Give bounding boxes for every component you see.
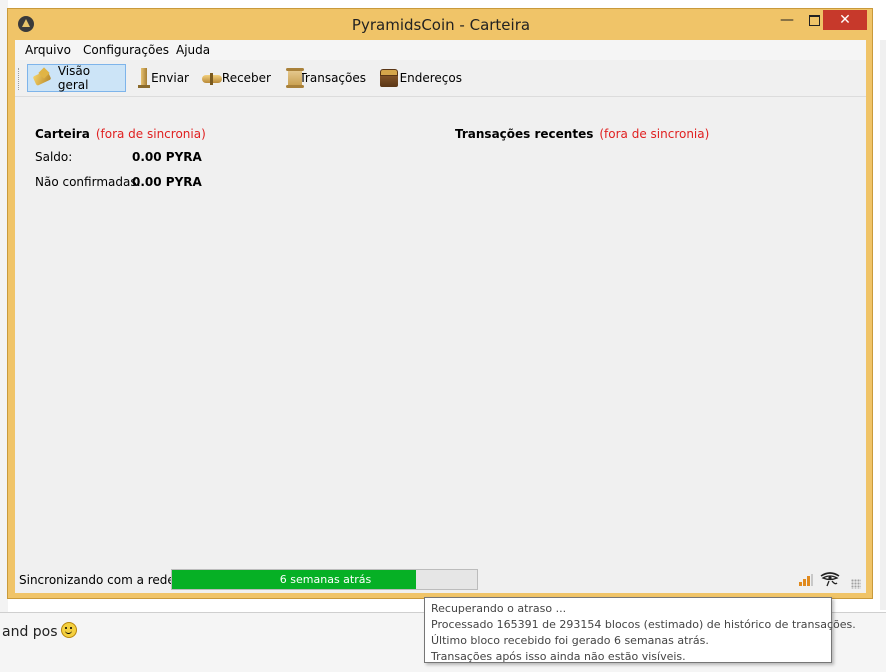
recent-transactions-title: Transações recentes: [455, 127, 594, 141]
recent-transactions-heading: Transações recentes (fora de sincronia): [455, 127, 709, 141]
tab-send-label: Enviar: [151, 71, 189, 85]
chest-addresses-icon: [378, 67, 398, 89]
overview-page: Carteira (fora de sincronia) Saldo: 0.00 …: [15, 97, 866, 567]
toolbar-grip[interactable]: [18, 68, 21, 90]
sync-status-text: Sincronizando com a rede...: [19, 573, 187, 587]
tooltip-line: Processado 165391 de 293154 blocos (esti…: [431, 618, 856, 631]
maximize-icon: [808, 15, 820, 26]
overview-icon: [32, 67, 53, 89]
balance-value: 0.00 PYRA: [132, 150, 202, 164]
recent-out-of-sync-label: (fora de sincronia): [599, 127, 710, 141]
tab-receive-label: Receber: [221, 71, 271, 85]
client-area: Arquivo Configurações Ajuda Visão geral …: [15, 40, 866, 593]
tab-addresses[interactable]: Endereços: [374, 64, 466, 92]
sync-tooltip: Recuperando o atraso ... Processado 1653…: [424, 597, 856, 663]
balance-label: Saldo:: [35, 150, 73, 164]
tab-overview-label: Visão geral: [57, 64, 91, 92]
tab-overview[interactable]: Visão geral: [27, 64, 126, 92]
wallet-title: Carteira: [35, 127, 90, 141]
resize-grip[interactable]: [851, 579, 861, 589]
receive-icon: [201, 67, 222, 89]
menu-bar: Arquivo Configurações Ajuda: [15, 40, 866, 60]
status-bar: Sincronizando com a rede... 6 semanas at…: [15, 567, 866, 593]
background-page-text: and pos: [2, 622, 77, 640]
scroll-transactions-icon: [284, 67, 305, 89]
menu-ajuda[interactable]: Ajuda: [176, 43, 210, 57]
toolbar: Visão geral Enviar Receber Transações En…: [15, 62, 866, 97]
eye-of-horus-sync-icon[interactable]: [820, 571, 840, 587]
tab-transactions[interactable]: Transações: [280, 64, 370, 92]
tab-addresses-label: Endereços: [399, 71, 462, 85]
tooltip-line: Transações após isso ainda não estão vis…: [431, 650, 686, 663]
connections-signal-icon[interactable]: [799, 574, 813, 586]
tooltip-line: Recuperando o atraso ...: [431, 602, 567, 615]
wallet-heading: Carteira (fora de sincronia): [35, 127, 206, 141]
title-bar[interactable]: PyramidsCoin - Carteira — ✕: [8, 9, 872, 39]
wallet-out-of-sync-label: (fora de sincronia): [95, 127, 206, 141]
sync-progress-text: 6 semanas atrás: [279, 573, 372, 586]
tab-transactions-label: Transações: [299, 71, 366, 85]
unconfirmed-value: 0.00 PYRA: [132, 175, 202, 189]
tooltip-line: Último bloco recebido foi gerado 6 seman…: [431, 634, 709, 647]
app-window: PyramidsCoin - Carteira — ✕ Arquivo Conf…: [7, 8, 873, 599]
window-title: PyramidsCoin - Carteira: [351, 16, 531, 34]
minimize-button[interactable]: —: [774, 10, 800, 30]
close-button[interactable]: ✕: [823, 10, 867, 30]
unconfirmed-label: Não confirmadas:: [35, 175, 141, 189]
tab-send[interactable]: Enviar: [129, 64, 193, 92]
menu-configuracoes[interactable]: Configurações: [83, 43, 169, 57]
smiley-icon: [60, 622, 77, 638]
sync-progress-bar[interactable]: 6 semanas atrás: [171, 569, 478, 590]
tab-receive[interactable]: Receber: [197, 64, 275, 92]
background-page-right-strip: [880, 40, 886, 610]
obelisk-send-icon: [133, 67, 151, 89]
menu-arquivo[interactable]: Arquivo: [25, 43, 71, 57]
